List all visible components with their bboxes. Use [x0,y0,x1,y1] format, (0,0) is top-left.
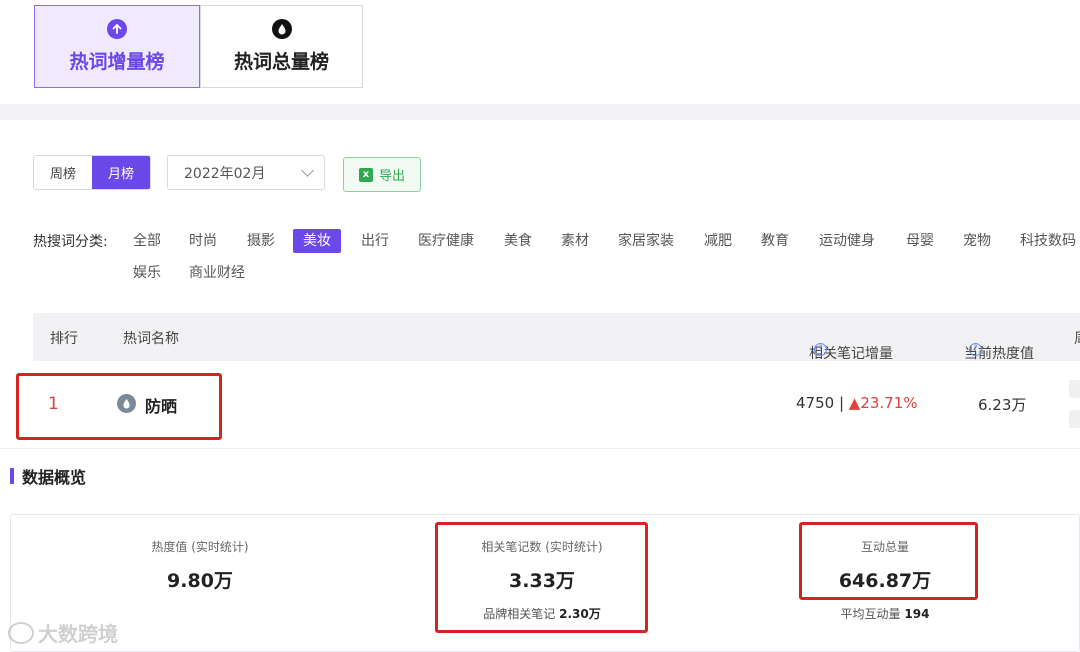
stat-sub: 平均互动量 194 [765,605,1005,622]
table-header: 排行 热词名称 相关笔记增量? 当前热度值? 周 [33,313,1080,362]
category-item[interactable]: 宠物 [953,229,1001,253]
category-item[interactable]: 教育 [751,229,799,253]
category-item[interactable]: 母婴 [896,229,944,253]
row-badge [1069,410,1080,428]
watermark-logo-icon [8,621,34,644]
tab-label: 热词增量榜 [69,51,165,73]
section-marker [10,468,14,484]
category-item[interactable]: 医疗健康 [408,229,484,253]
overview-title-text: 数据概览 [22,468,87,487]
filter-card [0,120,1080,332]
help-icon[interactable]: ? [814,343,827,356]
category-item[interactable]: 摄影 [237,229,285,253]
stat-heat: 热度值 (实时统计) 9.80万 [80,538,320,593]
excel-icon: x [358,167,373,182]
category-item[interactable]: 运动健身 [809,229,885,253]
monthly-option[interactable]: 月榜 [92,156,150,189]
header-extra: 周 [1074,328,1080,348]
header-rank: 排行 [50,331,78,347]
stat-sub-label: 平均互动量 [840,607,901,621]
tab-hot-word-total[interactable]: 热词总量榜 [200,5,363,88]
section-divider [0,104,1080,120]
help-icon[interactable]: ? [969,343,982,356]
category-item[interactable]: 科技数码 [1010,229,1080,253]
highlight-box [799,522,978,600]
export-label: 导出 [378,169,405,184]
category-item[interactable]: 素材 [551,229,599,253]
stat-label: 热度值 (实时统计) [151,540,249,554]
header-word-name: 热词名称 [123,331,179,347]
chevron-down-icon [301,164,314,177]
category-item[interactable]: 娱乐 [123,261,171,285]
category-item[interactable]: 出行 [351,229,399,253]
month-select[interactable]: 2022年02月 [167,155,325,190]
tab-hot-word-increase[interactable]: 热词增量榜 [34,5,200,88]
category-item-selected[interactable]: 美妆 [293,229,341,253]
category-item[interactable]: 家居家装 [608,229,684,253]
highlight-box [435,522,648,633]
row-heat: 6.23万 [978,396,1027,414]
row-increase-pct: ▲23.71% [848,394,918,412]
export-button[interactable]: x 导出 [343,157,421,192]
period-toggle: 周榜 月榜 [33,155,151,190]
highlight-box [16,373,222,440]
arrow-up-circle-icon [107,19,127,39]
row-increase-value: 4750 | [796,394,844,412]
category-item[interactable]: 时尚 [179,229,227,253]
month-select-value: 2022年02月 [184,165,266,182]
tab-bar: 热词增量榜 热词总量榜 [0,0,1080,104]
tab-label: 热词总量榜 [233,51,329,73]
overview-title: 数据概览 [10,464,86,488]
category-item[interactable]: 商业财经 [179,261,255,285]
category-item[interactable]: 减肥 [694,229,742,253]
stat-sub-value: 194 [904,607,930,621]
stat-value: 9.80万 [167,570,233,592]
category-item[interactable]: 全部 [123,229,171,253]
watermark: 大数跨境 [8,618,118,647]
drop-icon [271,19,292,39]
category-item[interactable]: 美食 [494,229,542,253]
row-increase: 4750 | ▲23.71% [796,394,918,412]
row-badge [1069,380,1080,398]
watermark-text: 大数跨境 [38,622,118,646]
page: 热词增量榜 热词总量榜 周榜 月榜 2022年02月 x 导出 热搜词分类: 全… [0,0,1080,652]
weekly-option[interactable]: 周榜 [34,156,92,189]
category-label: 热搜词分类: [33,234,108,250]
